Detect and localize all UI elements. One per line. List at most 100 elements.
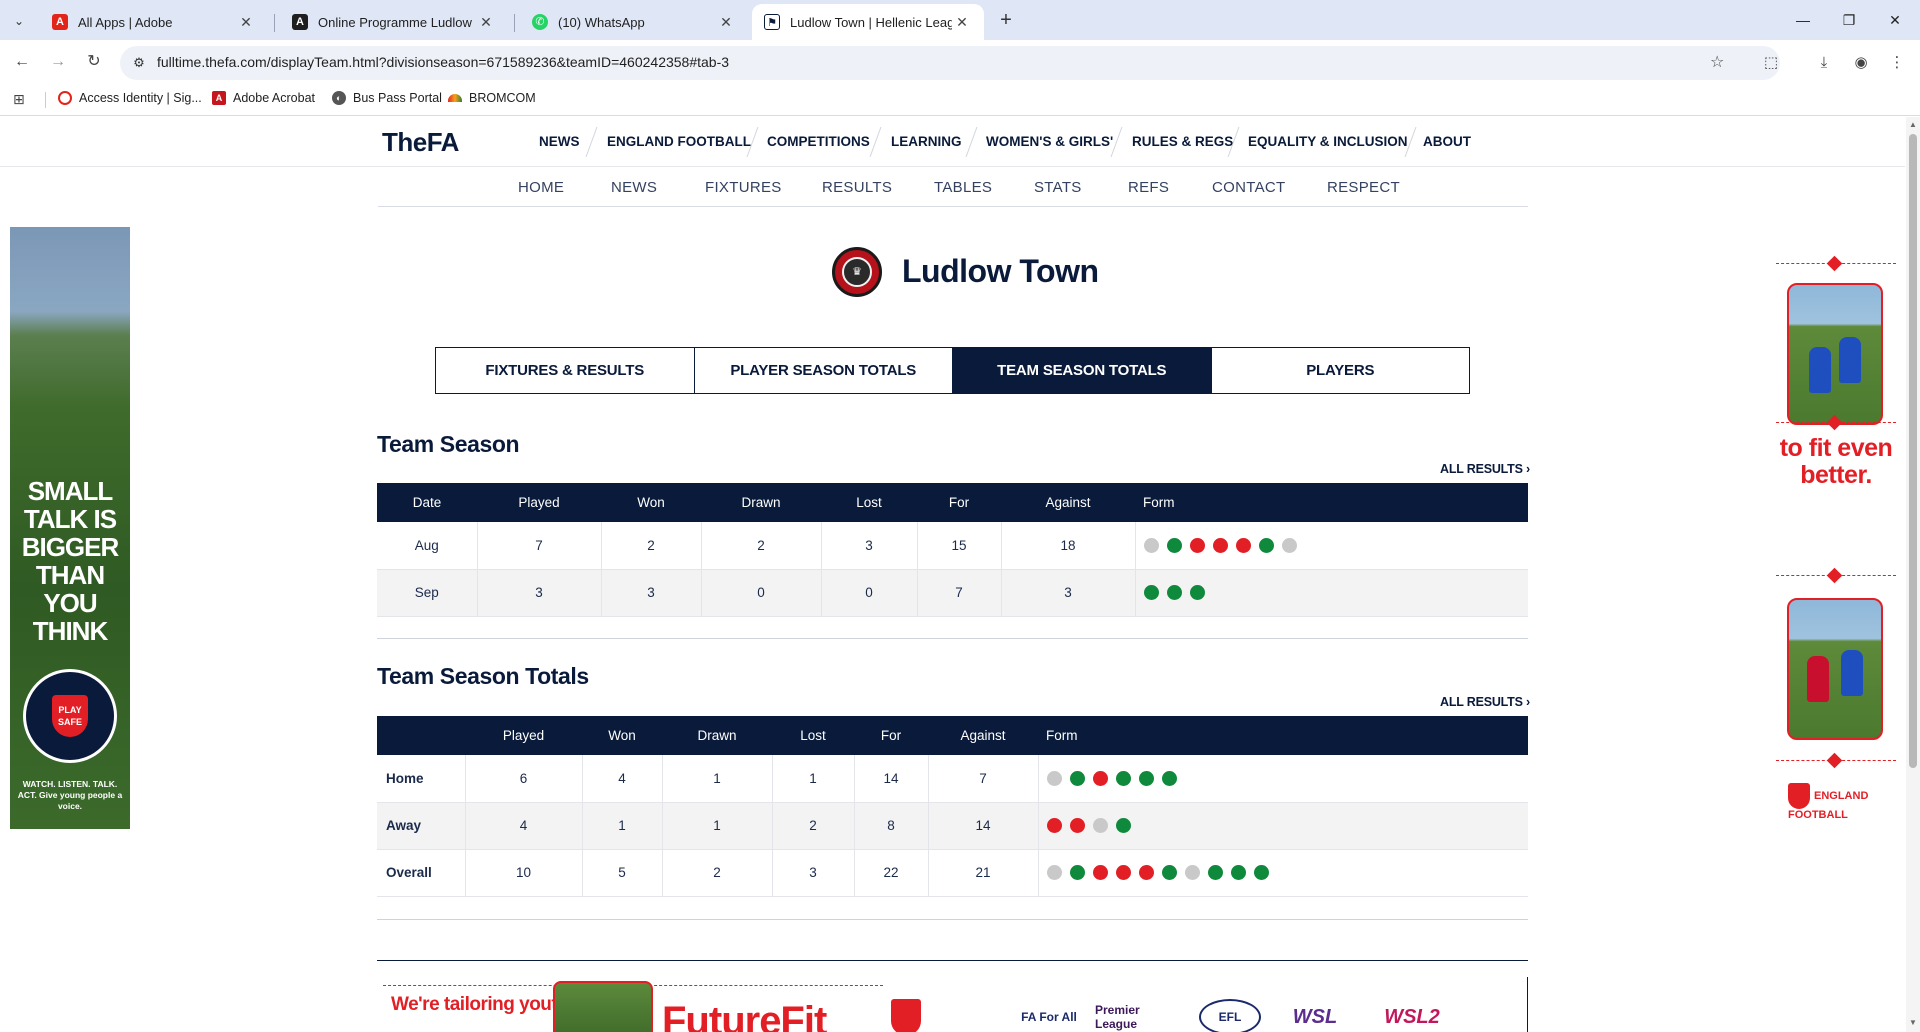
form-loss-dot[interactable] (1092, 770, 1108, 786)
url-text[interactable]: fulltime.thefa.com/displayTeam.html?divi… (157, 54, 729, 70)
tab-players[interactable]: PLAYERS (1212, 348, 1470, 393)
close-icon[interactable]: ✕ (236, 14, 256, 31)
new-tab-button[interactable]: + (994, 6, 1018, 34)
form-win-dot[interactable] (1115, 818, 1131, 833)
sub-nav-refs[interactable]: REFS (1128, 179, 1169, 196)
team-season-body: Aug 7 2 2 3 15 18 Sep 3 3 0 0 7 3 (377, 522, 1528, 617)
close-icon[interactable]: ✕ (952, 14, 972, 31)
form-win-dot[interactable] (1230, 865, 1246, 880)
form-loss-dot[interactable] (1046, 818, 1062, 833)
sub-nav-contact[interactable]: CONTACT (1212, 179, 1285, 196)
browser-tab-online-programme[interactable]: A Online Programme Ludlow (Cup ✕ (280, 4, 508, 40)
scrollbar-thumb[interactable] (1909, 134, 1917, 768)
fa-nav-england-football[interactable]: ENGLAND FOOTBALL (607, 134, 751, 149)
form-win-dot[interactable] (1166, 537, 1182, 553)
back-icon[interactable]: ← (10, 50, 34, 74)
form-loss-dot[interactable] (1069, 818, 1085, 833)
form-loss-dot[interactable] (1115, 865, 1131, 880)
browser-tab-adobe[interactable]: A All Apps | Adobe ✕ (40, 4, 268, 40)
forward-icon[interactable]: → (46, 50, 70, 74)
nav-divider (585, 127, 598, 157)
cell-won: 3 (601, 569, 702, 617)
sub-nav-news[interactable]: NEWS (611, 179, 657, 196)
form-loss-dot[interactable] (1189, 537, 1205, 553)
form-win-dot[interactable] (1138, 770, 1154, 786)
reload-icon[interactable]: ↻ (82, 50, 106, 74)
bookmark-access-identity[interactable]: Access Identity | Sig... (58, 91, 202, 105)
extensions-icon[interactable]: ⬚ (1760, 52, 1782, 74)
fa-nav-about[interactable]: ABOUT (1423, 134, 1471, 149)
close-icon[interactable]: ✕ (476, 14, 496, 31)
acrobat-icon: A (292, 14, 308, 30)
sub-nav-home[interactable]: HOME (518, 179, 564, 196)
form-win-dot[interactable] (1069, 770, 1085, 786)
scroll-up-icon[interactable]: ▲ (1908, 120, 1918, 129)
fa-logo[interactable]: TheFA (382, 127, 459, 158)
fa-nav-womens-girls[interactable]: WOMEN'S & GIRLS' (986, 134, 1113, 149)
form-win-dot[interactable] (1166, 585, 1182, 600)
browser-tab-ludlow-town[interactable]: ⚑ Ludlow Town | Hellenic League ✕ (752, 4, 984, 40)
bookmark-bus-pass-portal[interactable]: ◐ Bus Pass Portal (332, 91, 442, 105)
form-loss-dot[interactable] (1138, 865, 1154, 880)
form-win-dot[interactable] (1253, 865, 1269, 880)
form-loss-dot[interactable] (1235, 537, 1251, 553)
fa-nav-equality-inclusion[interactable]: EQUALITY & INCLUSION (1248, 134, 1408, 149)
fa-nav-learning[interactable]: LEARNING (891, 134, 962, 149)
form-win-dot[interactable] (1115, 770, 1131, 786)
form-win-dot[interactable] (1069, 865, 1085, 880)
tab-player-season-totals[interactable]: PLAYER SEASON TOTALS (695, 348, 953, 393)
sub-nav-fixtures[interactable]: FIXTURES (705, 179, 782, 196)
apps-grid-icon[interactable]: ⊞ (13, 91, 25, 108)
player-figure (1809, 347, 1831, 393)
download-icon[interactable]: ⤓ (1813, 52, 1835, 74)
sub-nav-respect[interactable]: RESPECT (1327, 179, 1400, 196)
bookmark-adobe-acrobat[interactable]: A Adobe Acrobat (212, 91, 315, 105)
form-draw-dot[interactable] (1143, 537, 1159, 553)
profile-icon[interactable]: ◉ (1850, 52, 1872, 74)
close-icon[interactable]: ✕ (716, 14, 736, 31)
form-win-dot[interactable] (1161, 770, 1177, 786)
form-loss-dot[interactable] (1212, 537, 1228, 553)
sub-nav-stats[interactable]: STATS (1034, 179, 1082, 196)
header-against: Against (1001, 483, 1135, 522)
sub-nav-results[interactable]: RESULTS (822, 179, 892, 196)
form-win-dot[interactable] (1161, 865, 1177, 880)
form-loss-dot[interactable] (1092, 865, 1108, 880)
browser-tab-whatsapp[interactable]: ✆ (10) WhatsApp ✕ (520, 4, 748, 40)
minimize-button[interactable]: — (1788, 6, 1818, 34)
form-win-dot[interactable] (1207, 865, 1223, 880)
form-win-dot[interactable] (1143, 585, 1159, 600)
bookmark-bromcom[interactable]: BROMCOM (448, 91, 536, 105)
tab-team-season-totals[interactable]: TEAM SEASON TOTALS (953, 348, 1212, 393)
form-win-dot[interactable] (1189, 585, 1205, 600)
form-draw-dot[interactable] (1046, 770, 1062, 786)
row-label: Home (377, 755, 466, 803)
site-info-icon[interactable]: ⚙ (130, 54, 148, 72)
form-draw-dot[interactable] (1092, 818, 1108, 833)
form-draw-dot[interactable] (1046, 865, 1062, 880)
fa-nav-news[interactable]: NEWS (539, 134, 580, 149)
sub-nav-tables[interactable]: TABLES (934, 179, 992, 196)
tab-title: Ludlow Town | Hellenic League (790, 14, 952, 30)
form-win-dot[interactable] (1258, 537, 1274, 553)
fa-nav-competitions[interactable]: COMPETITIONS (767, 134, 870, 149)
ad-left-banner[interactable]: SMALL TALK IS BIGGER THAN YOU THINK PLAY… (10, 227, 130, 829)
restore-button[interactable]: ❐ (1834, 6, 1864, 34)
all-results-link[interactable]: ALL RESULTS › (1440, 462, 1530, 476)
tab-search-icon[interactable]: ⌄ (8, 10, 30, 32)
menu-kebab-icon[interactable]: ⋮ (1886, 52, 1908, 74)
bookmark-star-icon[interactable]: ☆ (1710, 52, 1724, 72)
cell-won: 1 (582, 802, 663, 850)
close-window-button[interactable]: ✕ (1880, 6, 1910, 34)
ad-right-banner[interactable]: to fit even better. ENGLAND FOOTBALL (1776, 227, 1896, 827)
tab-fixtures-results[interactable]: FIXTURES & RESULTS (436, 348, 695, 393)
all-results-link[interactable]: ALL RESULTS › (1440, 695, 1530, 709)
form-draw-dot[interactable] (1281, 537, 1297, 553)
scroll-down-icon[interactable]: ▼ (1908, 1018, 1918, 1027)
form-draw-dot[interactable] (1184, 865, 1200, 880)
player-figure (1807, 656, 1829, 702)
cell-won: 2 (601, 522, 702, 570)
ad-bottom-banner[interactable]: We're tailoring youth football FutureFit… (377, 977, 1528, 1032)
fa-nav-rules-regs[interactable]: RULES & REGS (1132, 134, 1233, 149)
chevron-right-icon: › (1526, 462, 1531, 476)
